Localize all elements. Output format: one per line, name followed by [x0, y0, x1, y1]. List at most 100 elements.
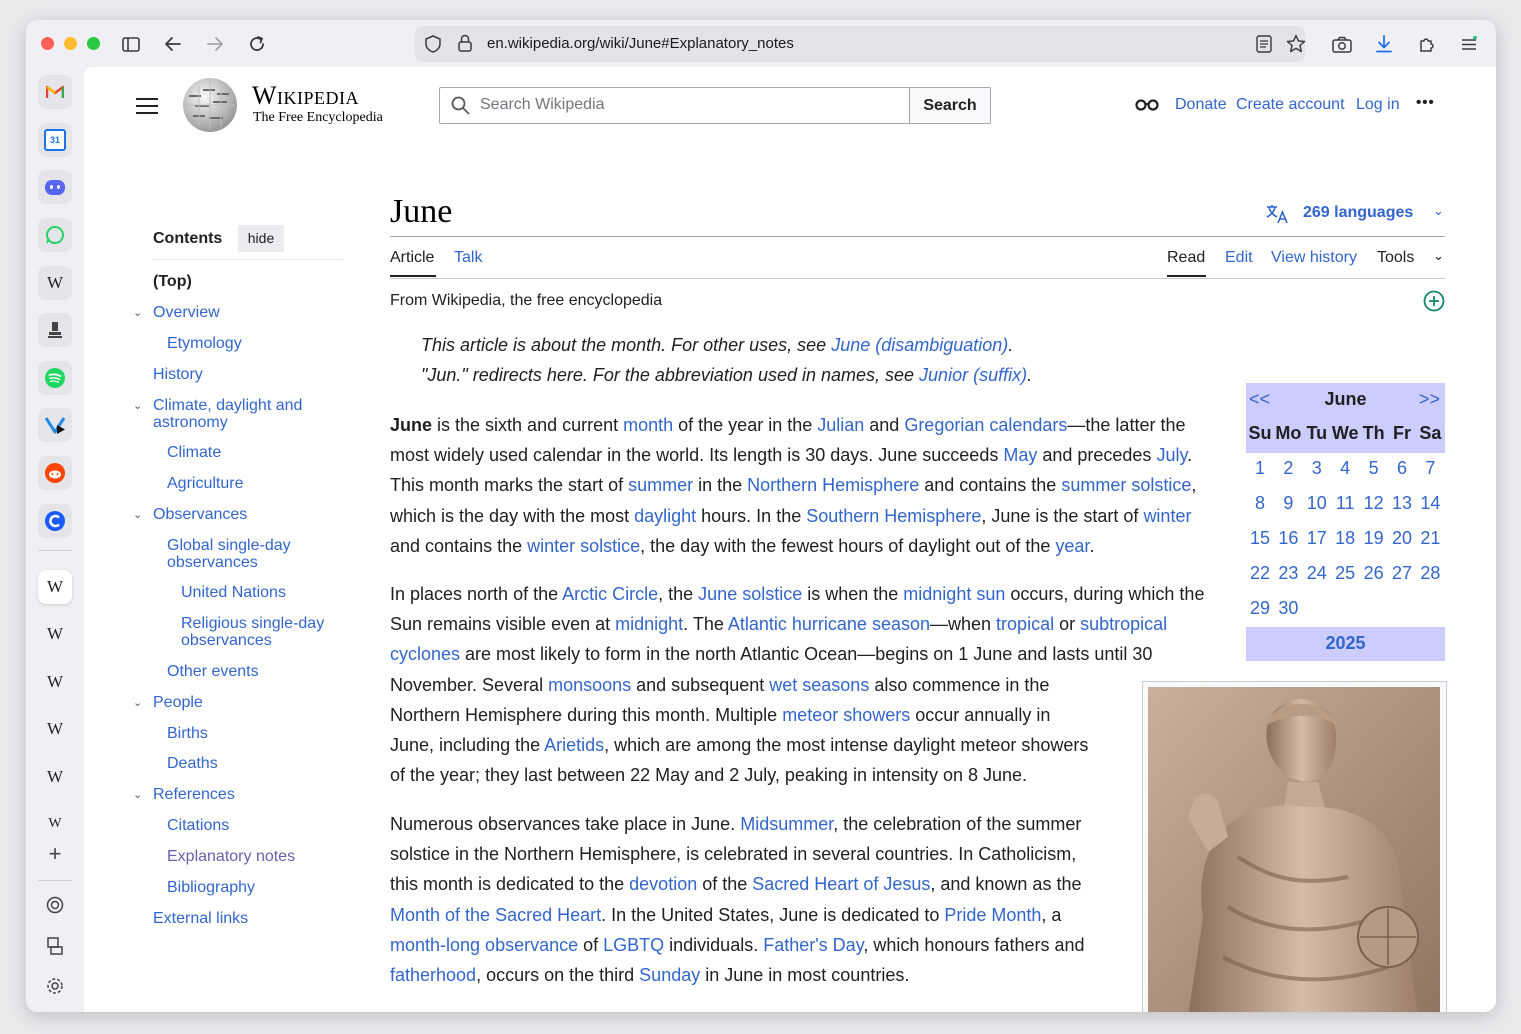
wikipedia-globe-logo[interactable]: [181, 76, 239, 134]
calendar-day-link[interactable]: 27: [1388, 563, 1416, 584]
wikipedia-tab[interactable]: W: [38, 665, 72, 699]
article-link[interactable]: subtropical: [1080, 614, 1167, 634]
article-link[interactable]: Midsummer: [740, 814, 833, 834]
extensions-icon[interactable]: [1414, 31, 1440, 57]
article-link[interactable]: May: [1003, 445, 1037, 465]
article-link[interactable]: LGBTQ: [603, 935, 664, 955]
wikipedia-icon[interactable]: W: [38, 266, 72, 300]
tab-read[interactable]: Read: [1167, 249, 1205, 267]
juno-statue-image[interactable]: [1148, 687, 1440, 1012]
calendar-day-link[interactable]: 26: [1360, 563, 1388, 584]
reading-glasses-icon[interactable]: [1135, 98, 1159, 117]
toc-item-religious-observances[interactable]: Religious single-day observances: [181, 615, 341, 649]
calendar-day-link[interactable]: 21: [1416, 528, 1444, 549]
app-icon-4[interactable]: [38, 929, 72, 963]
calendar-day-link[interactable]: 6: [1388, 458, 1416, 479]
article-link[interactable]: wet seasons: [769, 675, 869, 695]
article-link[interactable]: devotion: [629, 874, 697, 894]
url-text[interactable]: en.wikipedia.org/wiki/June#Explanatory_n…: [487, 35, 794, 52]
calendar-day-link[interactable]: 10: [1303, 493, 1331, 514]
calendar-day-link[interactable]: 8: [1246, 493, 1274, 514]
whatsapp-icon[interactable]: [38, 218, 72, 252]
calendar-day-link[interactable]: 12: [1360, 493, 1388, 514]
chevron-down-icon[interactable]: ⌄: [133, 788, 142, 801]
camera-icon[interactable]: [1329, 31, 1355, 57]
add-circle-icon[interactable]: [1423, 290, 1445, 317]
minimize-window-button[interactable]: [64, 37, 77, 50]
article-link[interactable]: July: [1156, 445, 1187, 465]
search-input[interactable]: Search Wikipedia: [439, 87, 909, 124]
article-link[interactable]: midnight sun: [903, 584, 1005, 604]
app-icon[interactable]: [38, 313, 72, 347]
june-disambiguation-link[interactable]: June (disambiguation): [831, 335, 1008, 355]
more-options-icon[interactable]: •••: [1416, 94, 1435, 111]
toc-item-climate[interactable]: Climate: [167, 444, 221, 461]
toc-item-top[interactable]: (Top): [153, 273, 192, 290]
toc-item-people[interactable]: People: [153, 694, 203, 711]
chevron-down-icon[interactable]: ⌄: [133, 696, 142, 709]
log-in-link[interactable]: Log in: [1356, 96, 1400, 114]
chevron-down-icon[interactable]: ⌄: [1433, 248, 1444, 264]
article-link[interactable]: tropical: [996, 614, 1054, 634]
discord-icon[interactable]: [38, 170, 72, 204]
article-link[interactable]: summer: [628, 475, 693, 495]
article-link[interactable]: Gregorian calendars: [904, 415, 1067, 435]
calendar-day-link[interactable]: 4: [1331, 458, 1359, 479]
app-icon-2[interactable]: [38, 408, 72, 442]
article-link[interactable]: fatherhood: [390, 965, 476, 985]
toc-item-other-events[interactable]: Other events: [167, 663, 259, 680]
toc-item-births[interactable]: Births: [167, 725, 208, 742]
article-link[interactable]: winter solstice: [527, 536, 640, 556]
tab-view-history[interactable]: View history: [1271, 249, 1357, 267]
tab-edit[interactable]: Edit: [1225, 249, 1253, 267]
calendar-day-link[interactable]: 25: [1331, 563, 1359, 584]
toc-item-history[interactable]: History: [153, 366, 203, 383]
calendar-day-link[interactable]: 30: [1274, 598, 1302, 619]
toc-item-bibliography[interactable]: Bibliography: [167, 879, 255, 896]
article-link[interactable]: Arctic Circle: [562, 584, 658, 604]
article-link[interactable]: Atlantic hurricane season: [728, 614, 930, 634]
calendar-day-link[interactable]: 1: [1246, 458, 1274, 479]
app-icon-3[interactable]: [38, 504, 72, 538]
article-link[interactable]: Southern Hemisphere: [806, 506, 981, 526]
toc-hide-button[interactable]: hide: [238, 225, 284, 252]
article-link[interactable]: monsoons: [548, 675, 631, 695]
calendar-day-link[interactable]: 3: [1303, 458, 1331, 479]
reddit-icon[interactable]: [38, 456, 72, 490]
article-link[interactable]: Month of the Sacred Heart: [390, 905, 601, 925]
toc-item-etymology[interactable]: Etymology: [167, 335, 242, 352]
article-link[interactable]: Northern Hemisphere: [747, 475, 919, 495]
translate-icon[interactable]: [1266, 204, 1290, 229]
tab-talk[interactable]: Talk: [454, 249, 482, 267]
toc-item-external-links[interactable]: External links: [153, 910, 248, 927]
calendar-day-link[interactable]: 11: [1331, 493, 1359, 514]
star-icon[interactable]: [1286, 34, 1306, 58]
calendar-day-link[interactable]: 24: [1303, 563, 1331, 584]
toc-item-climate-daylight[interactable]: Climate, daylight and astronomy: [153, 397, 333, 431]
calendar-day-link[interactable]: 20: [1388, 528, 1416, 549]
chatgpt-icon[interactable]: [38, 888, 72, 922]
article-link[interactable]: year: [1055, 536, 1089, 556]
calendar-day-link[interactable]: 17: [1303, 528, 1331, 549]
gmail-icon[interactable]: [38, 75, 72, 109]
article-link[interactable]: daylight: [634, 506, 696, 526]
toc-item-deaths[interactable]: Deaths: [167, 755, 218, 772]
calendar-day-link[interactable]: 5: [1360, 458, 1388, 479]
calendar-next-link[interactable]: >>: [1419, 389, 1440, 410]
toc-item-explanatory-notes[interactable]: Explanatory notes: [167, 848, 295, 865]
wikipedia-tab[interactable]: W: [38, 712, 72, 746]
calendar-day-link[interactable]: 18: [1331, 528, 1359, 549]
url-bar[interactable]: en.wikipedia.org/wiki/June#Explanatory_n…: [415, 26, 1306, 62]
toc-item-global-observances[interactable]: Global single-day observances: [167, 537, 327, 571]
calendar-day-link[interactable]: 13: [1388, 493, 1416, 514]
chevron-down-icon[interactable]: ⌄: [133, 399, 142, 412]
toc-item-references[interactable]: References: [153, 786, 235, 803]
article-link[interactable]: midnight: [615, 614, 683, 634]
create-account-link[interactable]: Create account: [1236, 96, 1345, 114]
zoom-window-button[interactable]: [87, 37, 100, 50]
tab-article[interactable]: Article: [390, 249, 434, 267]
calendar-day-link[interactable]: 19: [1360, 528, 1388, 549]
menu-icon[interactable]: [1456, 31, 1482, 57]
donate-link[interactable]: Donate: [1175, 96, 1227, 114]
article-link[interactable]: month-long observance: [390, 935, 578, 955]
